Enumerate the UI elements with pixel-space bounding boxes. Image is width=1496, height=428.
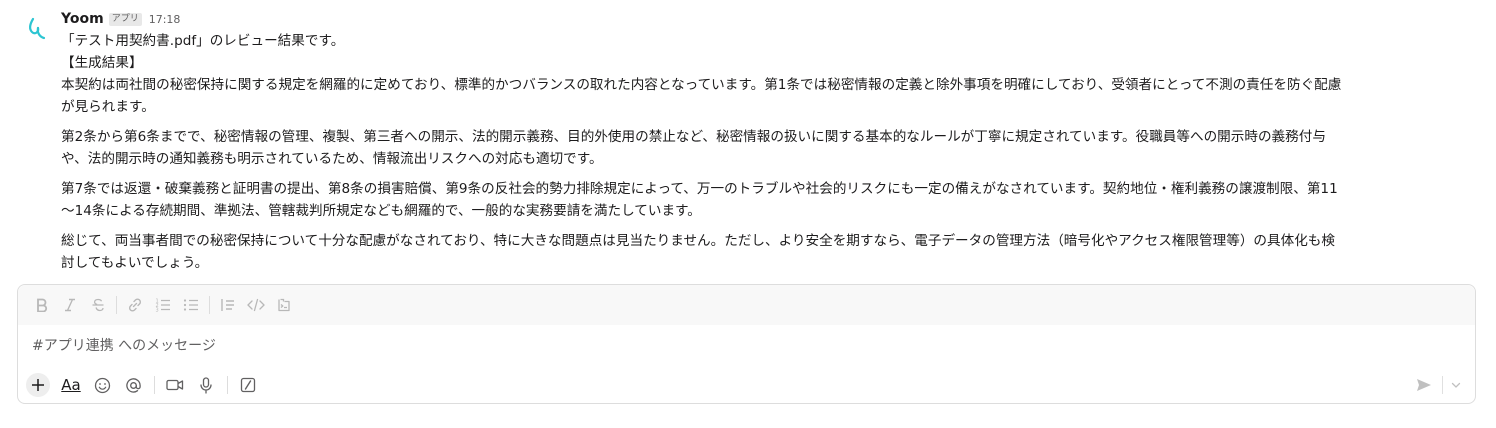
- format-text-icon[interactable]: Aa: [57, 371, 85, 399]
- message-paragraph: 第2条から第6条までで、秘密情報の管理、複製、第三者への開示、法的開示義務、目的…: [61, 126, 1479, 170]
- divider: [227, 376, 228, 394]
- link-icon[interactable]: [121, 291, 149, 319]
- send-controls: [1410, 369, 1465, 401]
- paragraph-line: や、法的開示時の通知義務も明示されているため、情報流出リスクへの対応も適切です。: [61, 151, 603, 167]
- message-header: Yoom アプリ 17:18: [61, 9, 180, 29]
- divider: [116, 296, 117, 314]
- blockquote-icon[interactable]: [214, 291, 242, 319]
- message-paragraph: 本契約は両社間の秘密保持に関する規定を網羅的に定めており、標準的かつバランスの取…: [61, 74, 1479, 118]
- divider: [209, 296, 210, 314]
- message-paragraph: 第7条では返還・破棄義務と証明書の提出、第8条の損害賠償、第9条の反社会的勢力排…: [61, 178, 1479, 222]
- code-block-icon[interactable]: [270, 291, 298, 319]
- timestamp[interactable]: 17:18: [149, 13, 181, 26]
- divider: [1442, 376, 1443, 394]
- paragraph-line: 討してもよいでしょう。: [61, 255, 209, 271]
- message-paragraph: 総じて、両当事者間での秘密保持について十分な配慮がなされており、特に大きな問題点…: [61, 230, 1479, 274]
- message-body: 「テスト用契約書.pdf」のレビュー結果です。 【生成結果】 本契約は両社間の秘…: [61, 30, 1479, 274]
- paragraph-line: 第7条では返還・破棄義務と証明書の提出、第8条の損害賠償、第9条の反社会的勢力排…: [61, 181, 1338, 197]
- microphone-icon[interactable]: [192, 371, 220, 399]
- plus-icon[interactable]: [26, 373, 50, 397]
- strikethrough-icon[interactable]: [84, 291, 112, 319]
- formatting-toolbar: 123: [18, 285, 1475, 325]
- paragraph-line: が見られます。: [61, 99, 155, 115]
- paragraph-line: 第2条から第6条までで、秘密情報の管理、複製、第三者への開示、法的開示義務、目的…: [61, 129, 1326, 145]
- bulleted-list-icon[interactable]: [177, 291, 205, 319]
- message-intro: 「テスト用契約書.pdf」のレビュー結果です。: [61, 33, 345, 49]
- composer-toolbar: Aa: [18, 369, 1475, 401]
- emoji-icon[interactable]: [88, 371, 116, 399]
- yoom-logo-icon[interactable]: [22, 14, 52, 44]
- slash-command-icon[interactable]: [234, 371, 262, 399]
- svg-text:3: 3: [156, 308, 159, 314]
- message-heading: 【生成結果】: [61, 55, 143, 71]
- ordered-list-icon[interactable]: 123: [149, 291, 177, 319]
- message-input[interactable]: #アプリ連携 へのメッセージ: [32, 335, 216, 355]
- paragraph-line: 総じて、両当事者間での秘密保持について十分な配慮がなされており、特に大きな問題点…: [61, 233, 1335, 249]
- chevron-down-icon[interactable]: [1447, 371, 1465, 399]
- code-icon[interactable]: [242, 291, 270, 319]
- paragraph-line: 〜14条による存続期間、準拠法、管轄裁判所規定なども網羅的で、一般的な実務要請を…: [61, 203, 701, 219]
- send-icon[interactable]: [1410, 371, 1438, 399]
- bold-icon[interactable]: [28, 291, 56, 319]
- divider: [154, 376, 155, 394]
- italic-icon[interactable]: [56, 291, 84, 319]
- app-badge: アプリ: [108, 12, 142, 26]
- sender-name[interactable]: Yoom: [61, 11, 104, 27]
- video-icon[interactable]: [161, 371, 189, 399]
- paragraph-line: 本契約は両社間の秘密保持に関する規定を網羅的に定めており、標準的かつバランスの取…: [61, 77, 1342, 93]
- mention-icon[interactable]: [119, 371, 147, 399]
- message-composer[interactable]: 123 #アプリ連携 へのメッセージ Aa: [17, 284, 1476, 404]
